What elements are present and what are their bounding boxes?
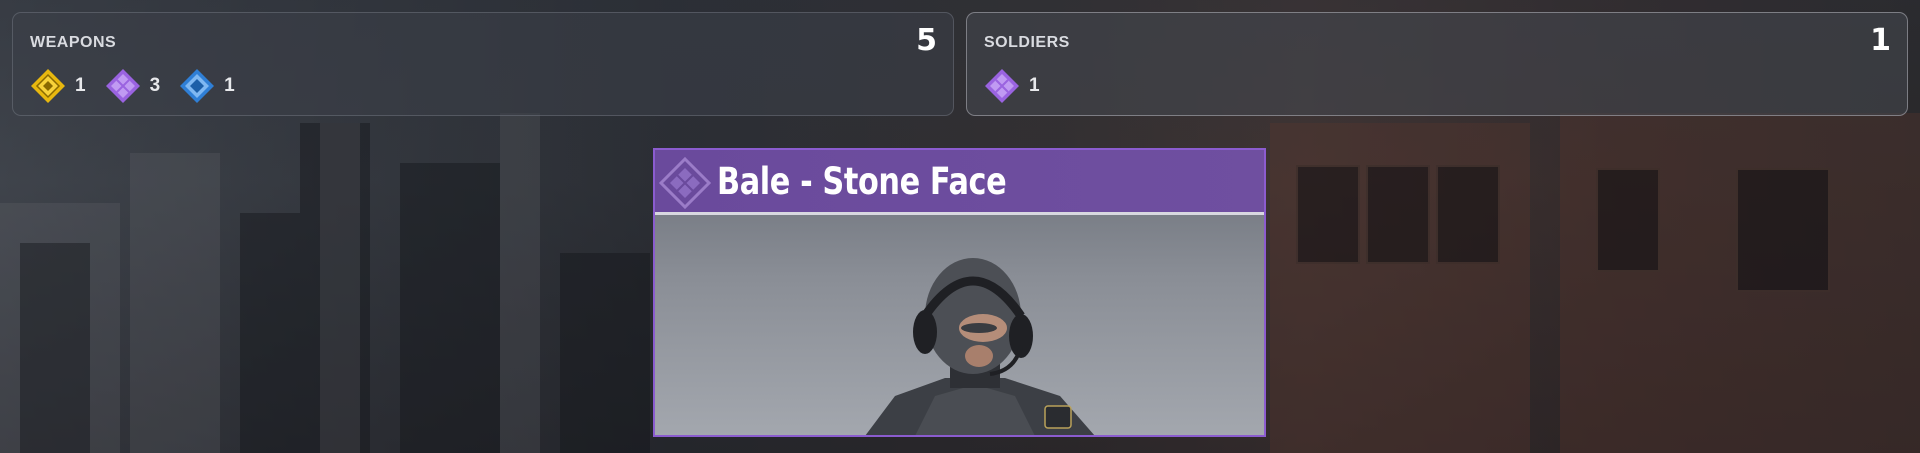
soldiers-title: SOLDIERS [984,34,1070,51]
weapons-epic-count: 3 [104,67,160,105]
card-header: Bale - Stone Face [655,150,1264,215]
soldiers-summary-panel: SOLDIERS 1 1 [966,12,1908,116]
weapons-legendary-count: 1 [29,67,86,105]
epic-rarity-icon [658,156,712,210]
soldiers-rarity-row: 1 [983,67,1058,105]
epic-rarity-icon [985,69,1019,103]
weapons-rarity-row: 1 3 1 [29,67,253,105]
legendary-rarity-icon [31,69,65,103]
weapons-rare-count: 1 [178,67,235,105]
weapons-title: WEAPONS [30,34,117,51]
soldiers-total-count: 1 [1870,23,1891,58]
weapons-summary-panel: WEAPONS 5 1 3 1 [12,12,954,116]
epic-rarity-icon [105,69,140,103]
soldier-portrait [865,258,1095,435]
soldiers-epic-count: 1 [983,67,1040,105]
soldier-reward-card[interactable]: Bale - Stone Face [653,148,1266,437]
card-title: Bale - Stone Face [717,160,1007,203]
rare-rarity-icon [180,69,215,103]
weapons-total-count: 5 [916,23,937,58]
reward-summary-screen: WEAPONS 5 1 3 1 SOLDIERS 1 1 Bale - Ston… [0,0,1920,453]
